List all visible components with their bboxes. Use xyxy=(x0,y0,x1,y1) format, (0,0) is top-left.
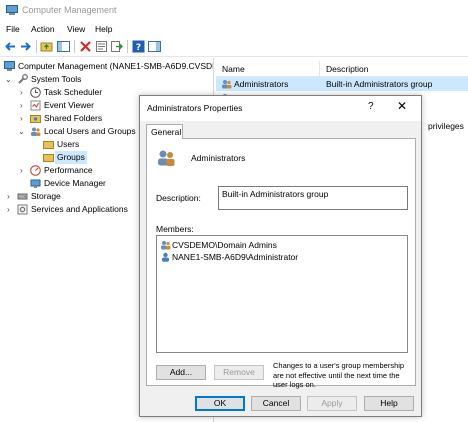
member-name: CVSDEMO\Domain Admins xyxy=(172,240,277,250)
users-group-icon xyxy=(31,127,41,136)
remove-button[interactable]: Remove xyxy=(214,365,264,380)
tree-label: System Tools xyxy=(31,74,82,84)
collapse-chevron-icon[interactable]: ⌄ xyxy=(5,73,13,86)
folder-icon xyxy=(43,141,54,149)
tree-label: Device Manager xyxy=(44,178,106,188)
group-icon xyxy=(158,150,175,166)
event-viewer-icon xyxy=(30,100,41,111)
apply-button[interactable]: Apply xyxy=(307,396,357,411)
tree-label: Task Scheduler xyxy=(44,87,103,97)
group-name: Administrators xyxy=(191,153,246,163)
toolbar: ? xyxy=(0,37,468,57)
computer-management-icon xyxy=(6,5,18,15)
tree-label: Services and Applications xyxy=(31,204,128,214)
dialog-title: Administrators Properties xyxy=(147,103,243,113)
membership-note: Changes to a user's group membership are… xyxy=(273,361,405,389)
window-titlebar: Computer Management xyxy=(0,0,468,22)
tab-general[interactable]: General xyxy=(146,124,183,139)
properties-icon[interactable] xyxy=(95,40,108,53)
tree-label: Performance xyxy=(44,165,93,175)
forward-arrow-icon[interactable] xyxy=(19,40,32,53)
menu-view[interactable]: View xyxy=(67,24,85,34)
storage-icon xyxy=(17,193,28,200)
computer-management-icon xyxy=(4,61,15,71)
show-hide-action-pane-icon[interactable] xyxy=(148,40,161,53)
folder-icon xyxy=(43,154,54,162)
column-header-description[interactable]: Description xyxy=(326,64,369,74)
user-icon xyxy=(162,252,169,262)
dialog-close-icon[interactable]: ✕ xyxy=(397,99,407,113)
expand-chevron-icon[interactable]: › xyxy=(7,203,15,216)
help-button[interactable]: Help xyxy=(364,396,414,411)
tree-label: Computer Management (NANE1-SMB-A6D9.CVSD… xyxy=(18,61,214,71)
menu-action[interactable]: Action xyxy=(31,24,55,34)
tree-label: Event Viewer xyxy=(44,100,94,110)
domain-group-icon xyxy=(161,241,171,250)
dialog-help-button[interactable]: ? xyxy=(368,101,374,112)
group-icon xyxy=(222,80,232,89)
expand-chevron-icon[interactable]: › xyxy=(20,112,28,125)
delete-icon[interactable] xyxy=(79,40,92,53)
menu-help[interactable]: Help xyxy=(95,24,112,34)
cancel-button[interactable]: Cancel xyxy=(251,396,301,411)
shared-folder-icon xyxy=(30,115,41,123)
members-list[interactable]: CVSDEMO\Domain Admins NANE1-SMB-A6D9\Adm… xyxy=(156,235,408,353)
tools-icon xyxy=(18,74,28,84)
back-arrow-icon[interactable] xyxy=(4,40,17,53)
export-icon[interactable] xyxy=(110,40,123,53)
clock-icon xyxy=(30,87,41,98)
expand-chevron-icon[interactable]: › xyxy=(20,86,28,99)
list-cell-description: Built-in Administrators group xyxy=(326,79,433,89)
tree-label: Local Users and Groups xyxy=(44,126,136,136)
menu-file[interactable]: File xyxy=(6,24,20,34)
ok-button[interactable]: OK xyxy=(195,396,245,411)
tree-label: Users xyxy=(57,139,80,149)
list-cell-name: Administrators xyxy=(234,79,289,89)
expand-chevron-icon[interactable]: › xyxy=(20,164,28,177)
members-label: Members: xyxy=(156,224,194,234)
administrators-properties-dialog: Administrators Properties ? ✕ General Ad… xyxy=(139,95,422,417)
list-row-administrators[interactable]: Administrators Built-in Administrators g… xyxy=(216,77,468,91)
description-field[interactable]: Built-in Administrators group xyxy=(218,186,408,210)
description-value: Built-in Administrators group xyxy=(222,189,329,199)
show-hide-tree-icon[interactable] xyxy=(57,40,70,53)
tree-label: Groups xyxy=(55,151,87,164)
tab-label: General xyxy=(151,127,182,137)
collapse-chevron-icon[interactable]: ⌄ xyxy=(18,125,26,138)
window-title: Computer Management xyxy=(22,5,117,15)
expand-chevron-icon[interactable]: › xyxy=(20,99,28,112)
services-icon xyxy=(17,204,28,215)
up-folder-icon[interactable] xyxy=(40,40,53,53)
menu-bar: File Action View Help xyxy=(0,22,468,37)
tree-label: Storage xyxy=(31,191,61,201)
general-tab-panel: Administrators Description: Built-in Adm… xyxy=(146,138,416,389)
expand-chevron-icon[interactable]: › xyxy=(7,190,15,203)
member-name: NANE1-SMB-A6D9\Administrator xyxy=(172,252,299,262)
add-button[interactable]: Add... xyxy=(156,365,206,380)
column-header-name[interactable]: Name xyxy=(222,64,245,74)
svg-text:?: ? xyxy=(136,43,141,53)
help-icon[interactable]: ? xyxy=(132,40,145,53)
list-header: Name Description xyxy=(216,61,468,77)
performance-icon xyxy=(30,165,41,176)
dialog-titlebar: Administrators Properties ? ✕ xyxy=(140,96,421,121)
device-manager-icon xyxy=(30,179,41,188)
tree-label: Shared Folders xyxy=(44,113,103,123)
list-cell-description-partial: privileges xyxy=(428,121,464,131)
description-label: Description: xyxy=(156,193,201,203)
